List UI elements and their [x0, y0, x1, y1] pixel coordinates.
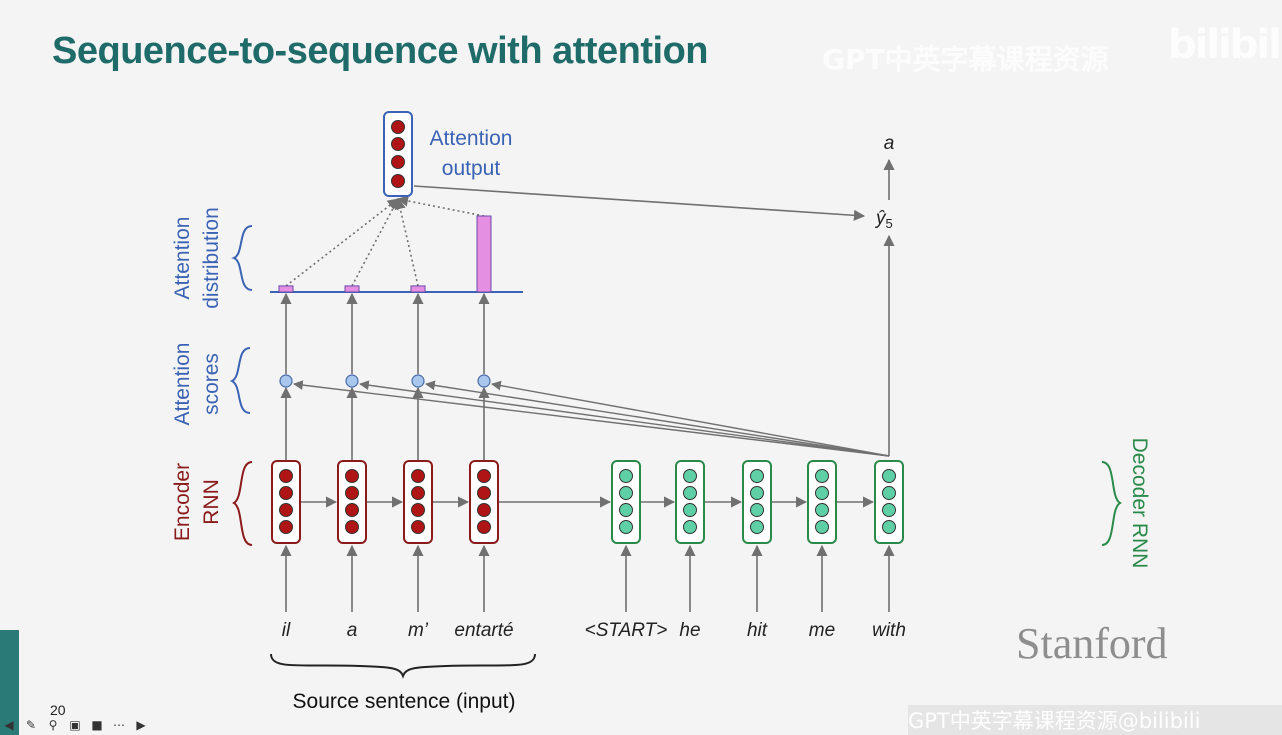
- encoder-word: m’: [408, 620, 429, 641]
- pen-icon[interactable]: ✎: [22, 716, 40, 734]
- vector-unit: [391, 155, 405, 169]
- attention-score-dot: [279, 374, 293, 388]
- cell-unit: [477, 486, 491, 500]
- source-sentence-label: Source sentence (input): [293, 690, 516, 713]
- cell-unit: [815, 503, 829, 517]
- video-icon[interactable]: ■: [88, 716, 106, 734]
- source-sentence-brace: [270, 653, 536, 679]
- slideshow-toolbar: ◀ ✎ ⚲ ▣ ■ ⋯ ▶: [0, 716, 150, 735]
- attention-score-dot: [411, 374, 425, 388]
- cell-unit: [279, 486, 293, 500]
- attention-score-dot: [477, 374, 491, 388]
- connection-arrows: [270, 158, 895, 612]
- cell-unit: [411, 520, 425, 534]
- cell-unit: [750, 469, 764, 483]
- cell-unit: [411, 486, 425, 500]
- decoder-brace: [1101, 461, 1122, 546]
- cell-unit: [619, 520, 633, 534]
- cell-unit: [411, 469, 425, 483]
- back-icon[interactable]: ◀: [0, 716, 18, 734]
- attention-scores-label-2: scores: [200, 353, 223, 415]
- y-hat-5: ŷ5: [874, 208, 893, 231]
- encoder-word: il: [282, 620, 291, 641]
- cell-unit: [882, 486, 896, 500]
- cell-unit: [619, 469, 633, 483]
- cell-unit: [750, 486, 764, 500]
- attention-weighting-line: [394, 197, 419, 287]
- attention-weighting-line: [351, 198, 399, 287]
- cell-unit: [477, 469, 491, 483]
- decoder-word: <START>: [585, 620, 668, 641]
- attention-distribution-label-2: distribution: [200, 207, 223, 309]
- cell-unit: [882, 469, 896, 483]
- cell-unit: [279, 503, 293, 517]
- attention-output-label-2: output: [442, 157, 501, 180]
- cell-unit: [815, 486, 829, 500]
- cell-unit: [683, 486, 697, 500]
- vector-unit: [391, 174, 405, 188]
- decoder-to-score-arrow: [491, 380, 890, 457]
- encoder-label-2: RNN: [200, 479, 223, 525]
- encoder-brace: [232, 461, 253, 546]
- more-icon[interactable]: ⋯: [110, 716, 128, 734]
- cell-unit: [683, 520, 697, 534]
- captions-icon[interactable]: ▣: [66, 716, 84, 734]
- decoder-word: hit: [747, 620, 768, 641]
- decoder-to-score-arrow: [293, 380, 890, 457]
- cell-unit: [815, 520, 829, 534]
- attention-output-to-prediction-arrow: [413, 185, 866, 221]
- vector-unit: [391, 120, 405, 134]
- cell-unit: [411, 503, 425, 517]
- attention-weight-bar: [476, 215, 492, 293]
- cell-unit: [815, 469, 829, 483]
- cell-unit: [279, 469, 293, 483]
- decoder-word: me: [809, 620, 835, 641]
- cell-unit: [882, 503, 896, 517]
- encoder-label-1: Encoder: [171, 463, 194, 541]
- watermark-bottom: GPT中英字幕课程资源@bilibili: [908, 705, 1282, 735]
- attention-scores-label-1: Attention: [171, 343, 194, 426]
- attention-weight-bar: [344, 285, 360, 293]
- y-hat-subscript: 5: [886, 216, 893, 231]
- attention-distribution-label-1: Attention: [171, 217, 194, 300]
- cell-unit: [279, 520, 293, 534]
- rnn-cells: il a m’ entarté <START> he hit me with: [271, 111, 906, 641]
- zoom-icon[interactable]: ⚲: [44, 716, 62, 734]
- attention-distribution-brace: [231, 225, 253, 291]
- stanford-logo: Stanford: [1016, 619, 1168, 668]
- decoder-label: Decoder RNN: [1128, 438, 1151, 569]
- attention-score-dot: [345, 374, 359, 388]
- attention-output-label-1: Attention: [430, 127, 513, 150]
- attention-scores-brace: [229, 347, 251, 414]
- decoder-word: with: [872, 620, 906, 641]
- decoder-word: he: [679, 620, 700, 641]
- cell-unit: [683, 469, 697, 483]
- attention-weighting-line: [396, 195, 485, 217]
- vector-unit: [391, 137, 405, 151]
- forward-icon[interactable]: ▶: [132, 716, 150, 734]
- cell-unit: [750, 503, 764, 517]
- cell-unit: [345, 469, 359, 483]
- attention-weight-bar: [278, 285, 294, 293]
- attention-weight-bar: [410, 285, 426, 293]
- cell-unit: [477, 503, 491, 517]
- cell-unit: [345, 503, 359, 517]
- attention-weighting-line: [285, 198, 399, 287]
- cell-unit: [619, 503, 633, 517]
- cell-unit: [683, 503, 697, 517]
- decoder-to-score-arrow: [425, 380, 890, 457]
- encoder-word: a: [347, 620, 358, 641]
- cell-unit: [345, 486, 359, 500]
- decoder-to-score-arrow: [359, 380, 890, 457]
- output-word: a: [884, 133, 895, 154]
- cell-unit: [882, 520, 896, 534]
- cell-unit: [619, 486, 633, 500]
- encoder-word: entarté: [454, 620, 513, 641]
- cell-unit: [750, 520, 764, 534]
- cell-unit: [477, 520, 491, 534]
- cell-unit: [345, 520, 359, 534]
